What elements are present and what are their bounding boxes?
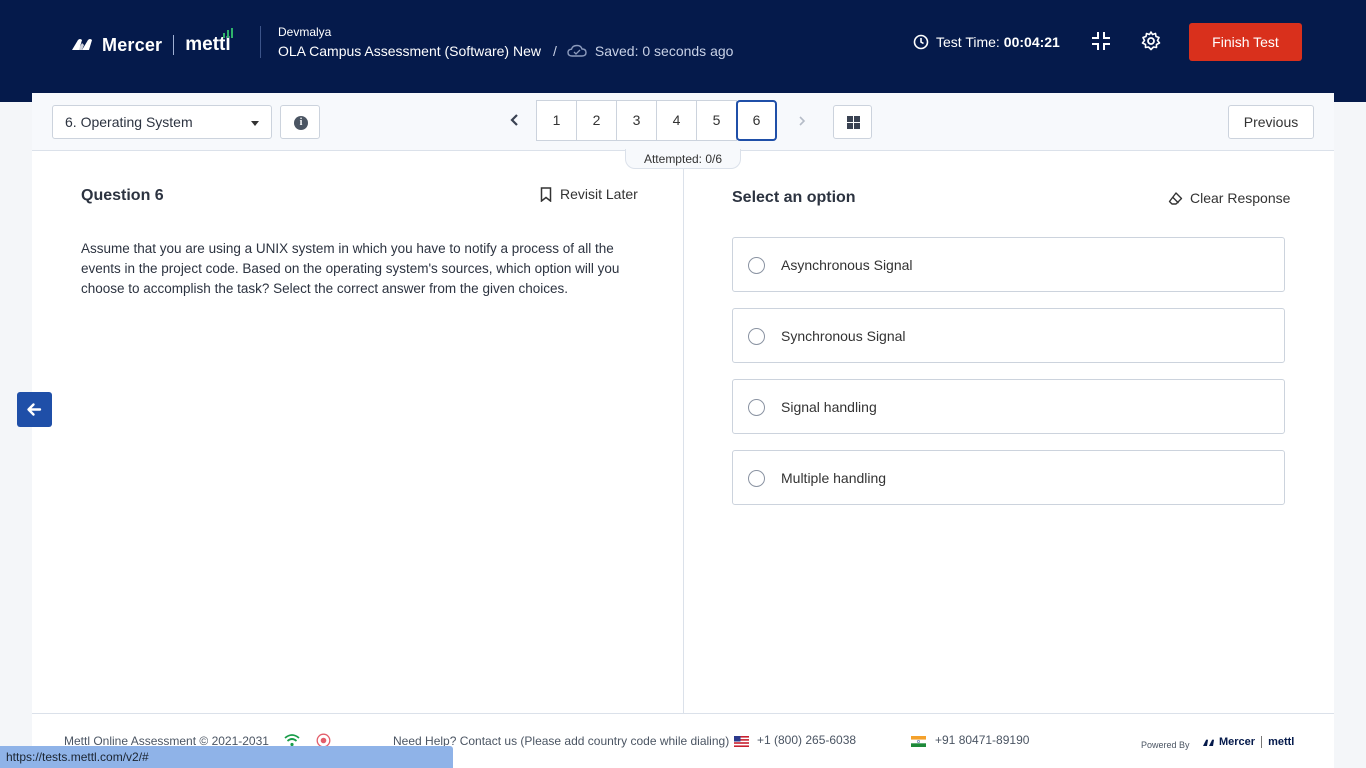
mercer-logo-icon [72, 39, 92, 50]
footer-mercer-text: Mercer [1219, 736, 1256, 748]
section-selected-value: 6. Operating System [65, 114, 193, 130]
mercer-mettl-logo: Mercer mettl [70, 28, 233, 59]
option-1[interactable]: Asynchronous Signal [732, 237, 1285, 292]
mercer-logo-icon [1203, 739, 1214, 746]
question-pager: 1 2 3 4 5 6 [536, 100, 777, 141]
powered-by-label: Powered By [1141, 740, 1190, 750]
page-button-3[interactable]: 3 [616, 100, 657, 141]
page-button-6-active[interactable]: 6 [736, 100, 777, 141]
question-toolbar: 6. Operating System i 1 2 3 4 5 6 Previo… [32, 93, 1334, 151]
radio-button[interactable] [748, 257, 765, 274]
clear-response-button[interactable]: Clear Response [1168, 190, 1290, 206]
timer-value: 00:04:21 [1003, 34, 1060, 50]
title-separator: / [553, 43, 557, 59]
phone-in: +91 80471-89190 [935, 733, 1030, 747]
radio-button[interactable] [748, 470, 765, 487]
clear-response-label: Clear Response [1190, 190, 1291, 206]
footer-mettl-text: mettl [1268, 736, 1295, 748]
timer-label: Test Time: [936, 34, 1000, 50]
india-flag-icon [911, 736, 926, 747]
revisit-later-label: Revisit Later [560, 186, 638, 202]
cloud-icon [567, 44, 587, 57]
attempted-badge: Attempted: 0/6 [625, 149, 741, 169]
phone-us: +1 (800) 265-6038 [757, 733, 857, 747]
chevron-left-icon[interactable] [506, 111, 524, 129]
test-timer: Test Time: 00:04:21 [913, 34, 1060, 50]
page-button-4[interactable]: 4 [656, 100, 697, 141]
select-option-title: Select an option [732, 189, 856, 206]
mettl-bars-icon [222, 28, 233, 38]
page-button-1[interactable]: 1 [536, 100, 577, 141]
radio-button[interactable] [748, 399, 765, 416]
option-3[interactable]: Signal handling [732, 379, 1285, 434]
collapse-panel-button[interactable] [17, 392, 52, 427]
question-card: 6. Operating System i 1 2 3 4 5 6 Previo… [32, 93, 1334, 713]
question-title: Question 6 [81, 187, 164, 204]
grid-view-button[interactable] [833, 105, 872, 139]
option-label: Multiple handling [781, 470, 887, 486]
mercer-brand-text: Mercer [102, 34, 163, 55]
caret-down-icon [251, 121, 259, 126]
wifi-icon [284, 734, 300, 747]
section-dropdown[interactable]: 6. Operating System [52, 105, 272, 139]
mettl-brand-text: mettl [185, 28, 233, 56]
question-text: Assume that you are using a UNIX system … [81, 241, 620, 296]
previous-button[interactable]: Previous [1228, 105, 1314, 139]
option-label: Asynchronous Signal [781, 257, 913, 273]
saved-status: Saved: 0 seconds ago [594, 43, 734, 59]
us-flag-icon [734, 736, 749, 747]
option-label: Signal handling [781, 399, 877, 415]
bookmark-icon [540, 186, 552, 202]
status-bar-url: https://tests.mettl.com/v2/# [0, 746, 453, 768]
user-name: Devmalya [278, 25, 332, 39]
top-header: Mercer mettl Devmalya OLA Campus Assessm… [0, 0, 1366, 102]
footer-logo: Mercer mettl [1202, 736, 1294, 748]
eraser-icon [1168, 191, 1183, 205]
column-divider [683, 151, 684, 713]
exit-fullscreen-icon[interactable] [1090, 30, 1112, 52]
finish-test-button[interactable]: Finish Test [1189, 23, 1302, 61]
header-divider [260, 26, 261, 58]
info-icon: i [294, 116, 308, 130]
gear-icon[interactable] [1140, 30, 1162, 52]
page-button-5[interactable]: 5 [696, 100, 737, 141]
info-button[interactable]: i [280, 105, 320, 139]
test-name: OLA Campus Assessment (Software) New [278, 43, 541, 59]
logo-separator [173, 35, 175, 55]
option-label: Synchronous Signal [781, 328, 906, 344]
option-2[interactable]: Synchronous Signal [732, 308, 1285, 363]
revisit-later-button[interactable]: Revisit Later [540, 186, 638, 202]
page-button-2[interactable]: 2 [576, 100, 617, 141]
test-title-line: OLA Campus Assessment (Software) New / S… [278, 43, 733, 59]
chevron-right-icon[interactable] [794, 113, 810, 129]
footer-logo-separator [1261, 736, 1263, 748]
radio-button[interactable] [748, 328, 765, 345]
clock-icon [913, 34, 929, 50]
arrow-left-icon [27, 403, 42, 416]
option-4[interactable]: Multiple handling [732, 450, 1285, 505]
